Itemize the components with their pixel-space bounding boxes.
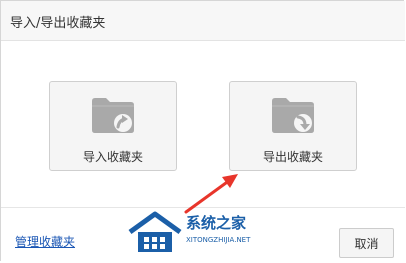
cancel-button[interactable]: 取消: [339, 228, 394, 258]
watermark-site-text: XITONGZHIJIA.NET: [186, 236, 251, 244]
import-favorites-button[interactable]: 导入收藏夹: [49, 81, 177, 171]
export-favorites-label: 导出收藏夹: [262, 150, 323, 164]
folder-export-icon: [272, 98, 314, 133]
house-logo-icon: [128, 211, 182, 252]
watermark-brand-text: 系统之家: [186, 214, 247, 232]
folder-import-icon: [92, 98, 134, 133]
manage-favorites-link[interactable]: 管理收藏夹: [15, 233, 75, 250]
dialog-title-bar: 导入/导出收藏夹: [1, 1, 405, 41]
export-favorites-button[interactable]: 导出收藏夹: [229, 81, 357, 171]
watermark-logo: 系统之家 XITONGZHIJIA.NET: [126, 208, 276, 260]
dialog-title: 导入/导出收藏夹: [10, 16, 106, 31]
import-favorites-label: 导入收藏夹: [82, 150, 143, 164]
